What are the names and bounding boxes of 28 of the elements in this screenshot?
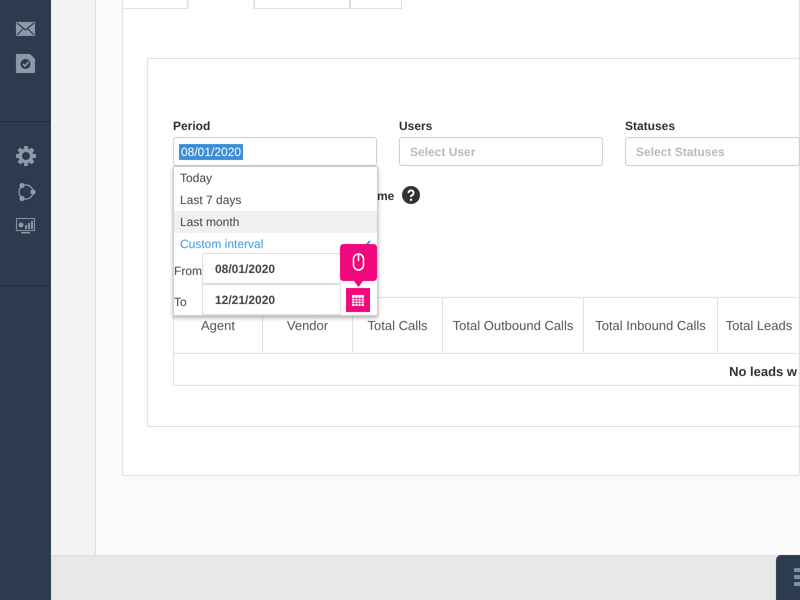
calendar-icon [352,294,364,306]
dropdown-option[interactable]: Today [174,167,377,189]
mail-icon[interactable] [16,22,35,36]
option-label: me [377,188,394,205]
date-value: 08/01/2020 [215,260,276,278]
monitor-chart-icon[interactable] [16,218,35,234]
selected-text: 08/01/2020 [179,144,244,160]
to-date-field[interactable]: 12/21/2020 [202,284,341,315]
dropdown-option[interactable]: Last 7 days [174,189,377,211]
menu-button[interactable] [776,555,800,600]
empty-message: No leads w [729,363,797,381]
share-icon[interactable] [16,182,36,202]
field-label: From [174,263,202,280]
dropdown-option[interactable]: Last month [174,211,377,233]
from-date-field[interactable]: 08/01/2020 [202,253,341,284]
calendar-button[interactable] [346,288,370,312]
document-check-icon[interactable] [16,54,35,73]
settings-icon[interactable] [16,146,36,166]
placeholder-text: Select Statuses [636,144,725,160]
column-header: Total Inbound Calls [584,298,718,353]
field-label: Users [399,118,432,135]
help-icon[interactable] [402,186,420,204]
field-label: Statuses [625,118,676,135]
column-header: Total Leads [718,298,800,353]
mouse-tooltip [340,244,377,288]
column-header: Total Outbound Calls [443,298,584,353]
placeholder-text: Select User [410,144,476,160]
field-label: Period [173,118,210,135]
